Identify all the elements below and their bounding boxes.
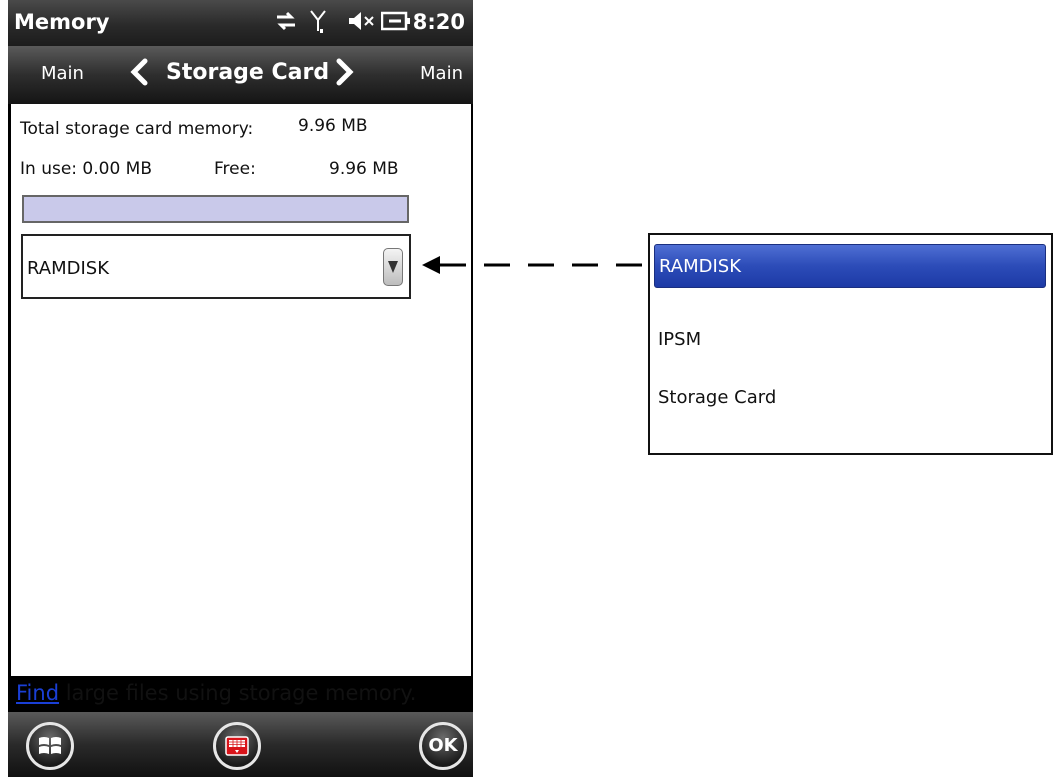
signal-antenna-icon (309, 9, 327, 41)
app-title: Memory (14, 10, 110, 34)
in-use-label: In use: 0.00 MB (20, 159, 152, 179)
option-ramdisk[interactable]: RAMDISK (654, 244, 1046, 288)
page-title: Storage Card (166, 60, 330, 85)
pivot-header: Main Storage Card Main (8, 46, 473, 104)
option-storage-card[interactable]: Storage Card (654, 376, 1046, 420)
find-hint-text: large files using storage memory. (59, 681, 417, 705)
speaker-muted-icon (347, 9, 377, 39)
find-files-hint: Find large files using storage memory. (16, 681, 416, 705)
storage-options-list: RAMDISK IPSM Storage Card (648, 233, 1053, 455)
storage-select-value: RAMDISK (27, 258, 110, 279)
keyboard-button[interactable] (213, 722, 261, 770)
keyboard-icon (225, 736, 249, 756)
memory-panel: Total storage card memory: 9.96 MB In us… (11, 104, 471, 705)
option-ipsm[interactable]: IPSM (654, 318, 1046, 362)
chevron-right-icon[interactable] (330, 58, 358, 86)
find-link[interactable]: Find (16, 681, 59, 705)
windows-logo-icon (39, 737, 61, 754)
total-memory-value: 9.96 MB (298, 116, 368, 136)
ok-button[interactable]: OK (419, 722, 467, 770)
device-screen: Memory 8:20 Main Storage Card Main Total… (8, 0, 473, 777)
free-value: 9.96 MB (329, 159, 399, 179)
nav-prev-label[interactable]: Main (41, 63, 84, 84)
chevron-left-icon[interactable] (126, 58, 154, 86)
start-button[interactable] (26, 722, 74, 770)
sync-arrows-icon (273, 9, 299, 39)
total-memory-label: Total storage card memory: (20, 119, 254, 139)
nav-next-label[interactable]: Main (420, 63, 463, 84)
storage-select[interactable]: RAMDISK (21, 234, 411, 299)
softkey-bar: OK (8, 712, 473, 777)
clock: 8:20 (412, 10, 465, 34)
callout-arrow (422, 256, 650, 274)
free-label: Free: (214, 159, 256, 179)
battery-charging-icon (380, 9, 411, 39)
usage-progress-bar (22, 195, 409, 223)
dropdown-arrow-icon[interactable] (383, 248, 403, 286)
status-bar: Memory 8:20 (8, 0, 473, 46)
